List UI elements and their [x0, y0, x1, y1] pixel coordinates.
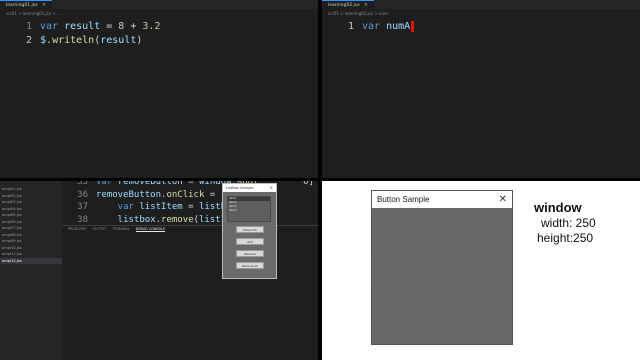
- panel-tab[interactable]: PROBLEMS: [68, 227, 87, 231]
- code-token: removeButton: [117, 181, 183, 187]
- close-icon[interactable]: ×: [364, 1, 368, 10]
- code-token: =: [204, 189, 221, 200]
- code-text: var result = 8 + 3.2: [40, 20, 160, 34]
- editor-pane-top-right: learning02.jsx × src01 > learning02.jsx …: [322, 0, 640, 178]
- tab-bar: learning02.jsx ×: [322, 0, 640, 9]
- window-body: item1 item2 item3 item4 Show Info Add Remove R…: [223, 192, 276, 278]
- file-item[interactable]: ampl12.jsx: [0, 257, 62, 264]
- code-editor[interactable]: 1 var result = 8 + 3.2 2 $.writeln(result): [0, 20, 318, 48]
- window-titlebar: Button Sample ✕: [372, 191, 512, 208]
- code-token: listItem: [139, 202, 183, 212]
- window-title: Button Sample: [377, 195, 430, 204]
- close-icon[interactable]: ✕: [499, 191, 507, 208]
- code-text: var numA: [362, 20, 415, 34]
- panel-tab[interactable]: DEBUG CONSOLE: [135, 227, 166, 232]
- window-size-note: window width: 250 height:250: [534, 199, 596, 246]
- code-token: var: [40, 21, 65, 32]
- breadcrumb[interactable]: src01 > learning01.jsx > ...: [6, 11, 61, 16]
- code-text: removeButton.onClick = fun: [96, 189, 237, 202]
- code-token: writeln: [52, 35, 95, 46]
- code-token: var: [362, 21, 387, 32]
- code-token: var: [96, 202, 140, 212]
- sample-button[interactable]: Show Info: [236, 226, 264, 233]
- code-token: +: [124, 21, 143, 32]
- code-token: result: [100, 35, 137, 46]
- editor-tab[interactable]: learning01.jsx ×: [0, 0, 52, 9]
- code-editor[interactable]: 35var removeButton = window.add(36remove…: [62, 181, 318, 225]
- line-number: 37: [77, 202, 88, 212]
- tab-label: learning02.jsx: [328, 2, 360, 8]
- line-number: 36: [77, 189, 88, 200]
- line-number: 1: [25, 21, 32, 32]
- editor-tab[interactable]: learning02.jsx ×: [322, 0, 374, 9]
- close-icon[interactable]: ×: [42, 1, 46, 10]
- code-line: 2 $.writeln(result): [0, 34, 318, 48]
- slide-pane-bottom-right: Button Sample ✕ window width: 250 height…: [322, 181, 640, 360]
- code-text: $.writeln(result): [40, 34, 142, 48]
- listbox-item[interactable]: item4: [228, 209, 270, 213]
- code-token: onClick: [166, 189, 205, 200]
- window-title: ListBox Sample: [226, 186, 254, 190]
- note-height: height:250: [537, 231, 594, 245]
- panel-tab-bar: PROBLEMS OUTPUT TERMINAL DEBUG CONSOLE: [62, 225, 318, 232]
- line-number: 35: [77, 181, 88, 187]
- sample-button[interactable]: Remove: [236, 250, 264, 257]
- code-editor[interactable]: 1 var numA: [322, 20, 640, 34]
- text-cursor: [411, 20, 415, 32]
- debug-console[interactable]: [62, 232, 318, 360]
- button-sample-window: Button Sample ✕: [371, 190, 513, 345]
- panel-tab[interactable]: TERMINAL: [112, 227, 129, 231]
- window-body: [372, 208, 512, 344]
- close-icon[interactable]: ×: [270, 184, 273, 192]
- note-width: width: 250: [541, 216, 596, 230]
- code-token: =: [182, 202, 199, 212]
- editor-pane-top-left: learning01.jsx × src01 > learning01.jsx …: [0, 0, 318, 178]
- window-titlebar: ListBox Sample ×: [223, 184, 276, 192]
- code-token: =: [100, 21, 119, 32]
- tab-bar: learning01.jsx ×: [0, 0, 318, 9]
- code-line: 1 var result = 8 + 3.2: [0, 20, 318, 34]
- listbox[interactable]: item1 item2 item3 item4: [227, 196, 271, 222]
- code-token: var: [96, 181, 118, 187]
- editor-pane-bottom-left: ampl01.jsx ampl02.jsx ampl03.jsx ampl04.jsx…: [0, 181, 318, 360]
- code-token: 3.2: [142, 21, 161, 32]
- code-text: var listItem = listbo: [96, 201, 232, 214]
- code-token: result: [64, 21, 101, 32]
- sample-button[interactable]: Add: [236, 238, 264, 245]
- code-token: numA: [386, 21, 411, 32]
- code-overflow-text: 0]: [303, 181, 314, 187]
- code-token: =: [182, 181, 199, 187]
- code-token: listbox: [96, 214, 156, 225]
- file-explorer: ampl01.jsx ampl02.jsx ampl03.jsx ampl04.jsx…: [0, 181, 62, 360]
- line-number: 2: [25, 35, 32, 46]
- line-number: 1: [347, 21, 354, 32]
- sample-button[interactable]: Remove All: [236, 262, 264, 269]
- code-line: 1 var numA: [322, 20, 640, 34]
- panel-tab[interactable]: OUTPUT: [93, 227, 107, 231]
- code-token: ): [136, 35, 143, 46]
- tab-label: learning01.jsx: [6, 2, 38, 8]
- breadcrumb[interactable]: src01 > learning02.jsx > num: [328, 11, 388, 16]
- code-token: removeButton: [96, 189, 162, 200]
- code-token: remove: [161, 214, 194, 225]
- note-title: window: [534, 200, 582, 215]
- listbox-sample-window: ListBox Sample × item1 item2 item3 item4 Sh…: [222, 183, 277, 279]
